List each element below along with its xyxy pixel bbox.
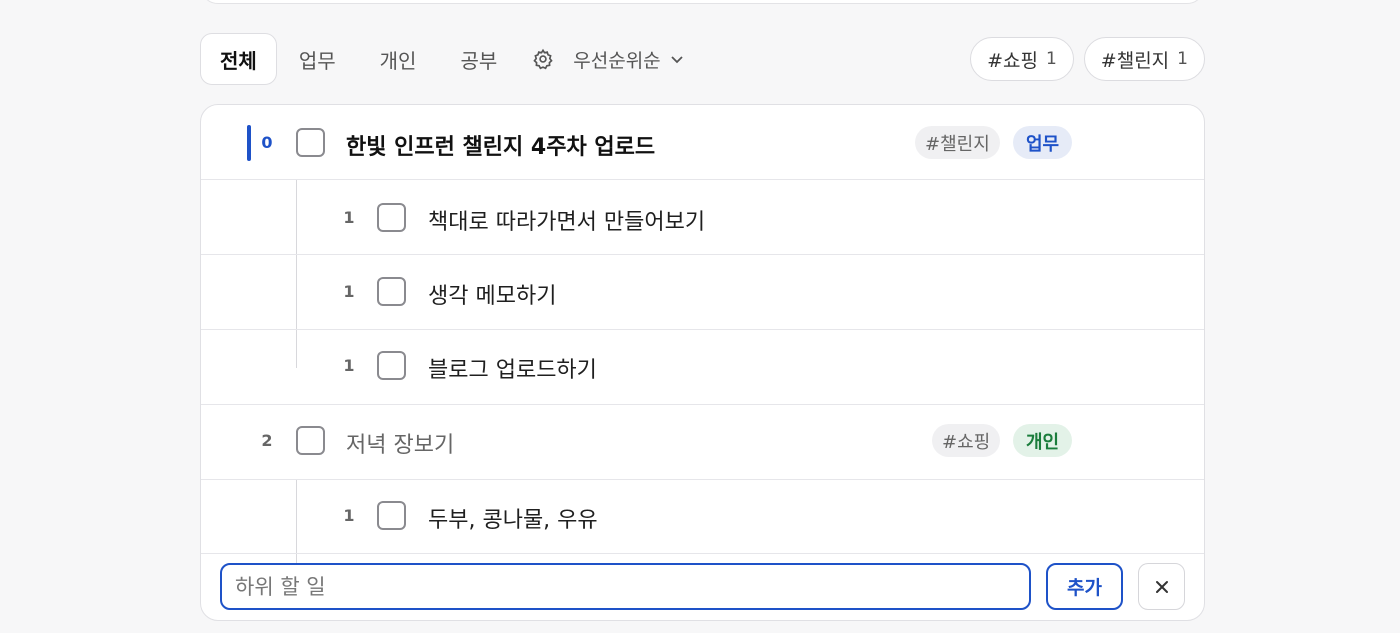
category-badge[interactable]: 업무 [1013,126,1073,159]
subtask-checkbox[interactable] [377,351,406,380]
selected-indicator [247,125,251,161]
subtask-checkbox[interactable] [377,277,406,306]
gear-icon [533,48,553,70]
tag-chip-count: 1 [1177,49,1188,69]
subtask-title: 책대로 따라가면서 만들어보기 [428,210,706,235]
task-tag[interactable]: #쇼핑 [932,424,1001,457]
priority-number: 1 [343,282,355,301]
task-title: 저녁 장보기 [346,433,455,458]
task-checkbox[interactable] [296,426,325,455]
add-subtask-row: 추가 [201,553,1204,620]
tag-chip-challenge[interactable]: #챌린지 1 [1083,37,1205,81]
tab-personal[interactable]: 개인 [358,33,439,85]
filter-toolbar: 전체 업무 개인 공부 우선순위순 #쇼핑 1 #챌린지 1 [200,33,1205,85]
sort-label: 우선순위순 [573,49,661,72]
subtask-title: 생각 메모하기 [428,284,557,309]
settings-button[interactable] [521,33,565,85]
tab-work[interactable]: 업무 [277,33,358,85]
subtask-row[interactable]: 1 블로그 업로드하기 [201,330,1204,405]
tag-chip-shopping[interactable]: #쇼핑 1 [970,37,1074,81]
tag-filter-chips: #쇼핑 1 #챌린지 1 [970,37,1205,81]
priority-number: 1 [343,506,355,525]
tab-all[interactable]: 전체 [200,33,277,85]
chevron-down-icon [671,56,683,64]
tag-chip-label: #챌린지 [1100,49,1170,72]
priority-number: 1 [343,356,355,375]
category-badge[interactable]: 개인 [1013,424,1073,457]
close-icon [1155,580,1168,593]
task-tag[interactable]: #챌린지 [915,126,1000,159]
tag-chip-label: #쇼핑 [987,49,1038,72]
previous-card-edge [200,0,1205,4]
tag-chip-count: 1 [1045,49,1057,69]
task-row[interactable]: 0 한빛 인프런 챌린지 4주차 업로드 #챌린지 업무 [201,105,1204,180]
subtask-row[interactable]: 1 두부, 콩나물, 우유 [201,479,1204,554]
task-list: 0 한빛 인프런 챌린지 4주차 업로드 #챌린지 업무 1 책대로 따라가면서… [200,104,1205,621]
subtask-row[interactable]: 1 생각 메모하기 [201,255,1204,330]
priority-number: 0 [261,133,273,152]
task-row[interactable]: 2 저녁 장보기 #쇼핑 개인 [201,405,1204,480]
priority-number: 2 [261,431,273,450]
priority-number: 1 [343,208,355,227]
task-checkbox[interactable] [296,128,325,157]
add-button[interactable]: 추가 [1046,563,1123,610]
subtask-checkbox[interactable] [377,501,406,530]
subtask-title: 두부, 콩나물, 우유 [428,508,598,533]
sort-dropdown[interactable]: 우선순위순 [573,46,684,73]
subtask-input[interactable] [220,563,1031,610]
subtask-row[interactable]: 1 책대로 따라가면서 만들어보기 [201,180,1204,255]
close-button[interactable] [1138,563,1185,610]
subtask-title: 블로그 업로드하기 [428,358,597,383]
subtask-checkbox[interactable] [377,203,406,232]
tab-study[interactable]: 공부 [438,33,519,85]
task-title: 한빛 인프런 챌린지 4주차 업로드 [346,135,656,160]
